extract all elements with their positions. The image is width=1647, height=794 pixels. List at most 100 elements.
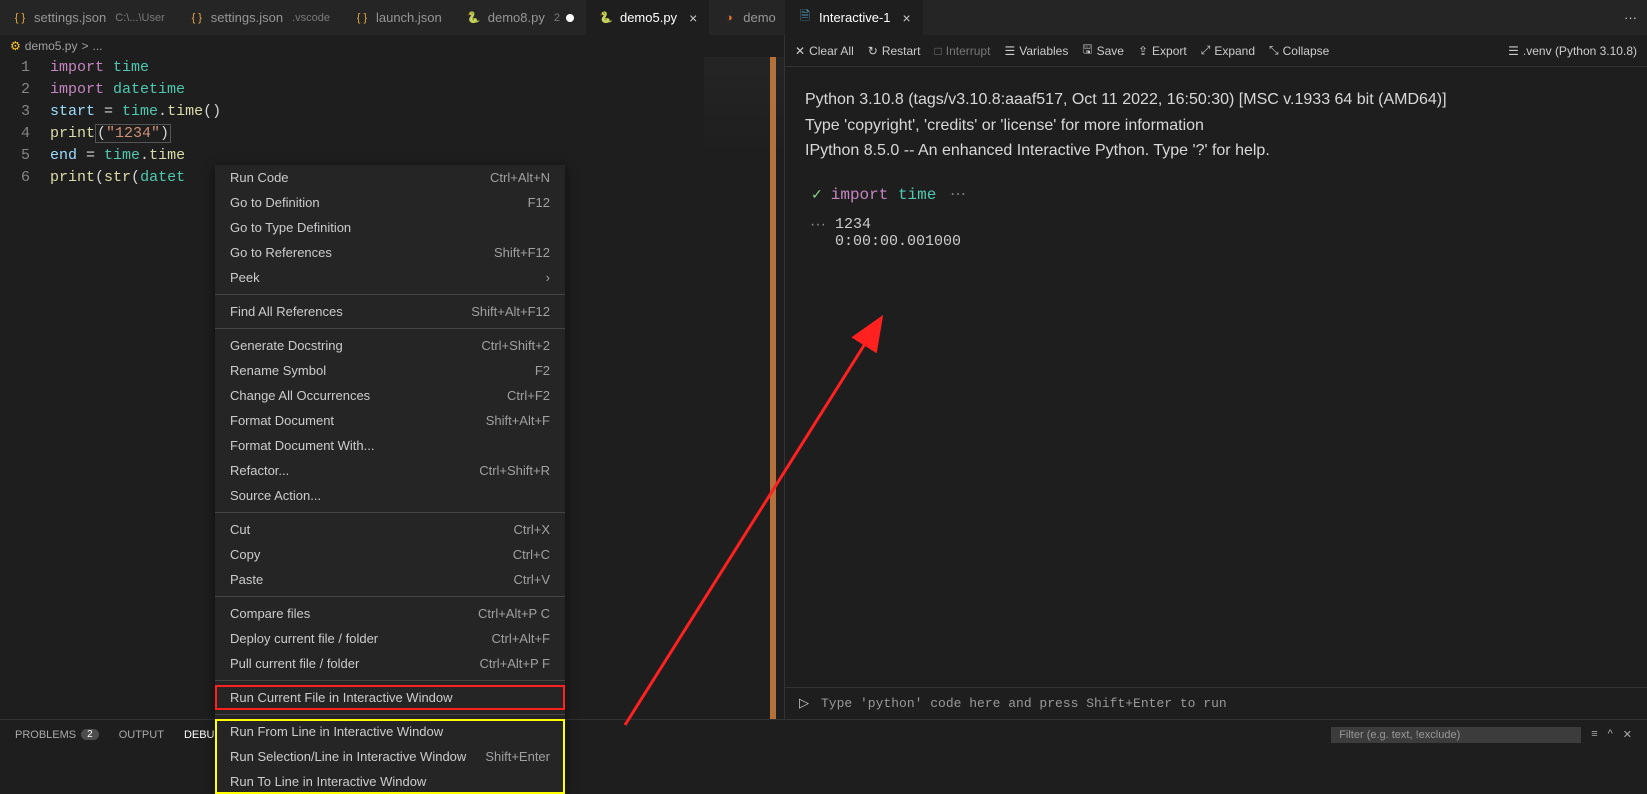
menu-item-label: Source Action... — [230, 488, 321, 503]
ellipsis-icon: ⋯ — [950, 186, 966, 204]
menu-item[interactable]: Go to Type Definition — [215, 215, 565, 240]
menu-item[interactable]: Run Current File in Interactive Window — [215, 685, 565, 710]
menu-item[interactable]: Rename Symbol F2 — [215, 358, 565, 383]
interactive-header: Python 3.10.8 (tags/v3.10.8:aaaf517, Oct… — [805, 87, 1627, 164]
menu-shortcut: Ctrl+Alt+P F — [479, 656, 550, 671]
menu-shortcut: F12 — [528, 195, 550, 210]
menu-item-label: Run Selection/Line in Interactive Window — [230, 749, 466, 764]
line-number: 5 — [0, 145, 50, 167]
save-icon: 🖫 — [1082, 40, 1092, 61]
code-line[interactable]: 2import datetime — [0, 79, 784, 101]
clear-all-button[interactable]: ✕ Clear All — [795, 44, 854, 58]
module: time — [898, 186, 936, 204]
play-icon[interactable]: ▷ — [799, 696, 809, 711]
braces-icon: { } — [12, 10, 28, 26]
python-version: Python 3.10.8 (tags/v3.10.8:aaaf517, Oct… — [805, 87, 1627, 113]
menu-item[interactable]: Go to Definition F12 — [215, 190, 565, 215]
context-menu: Run Code Ctrl+Alt+NGo to Definition F12G… — [215, 165, 565, 794]
interactive-tab-bar: 🗎 Interactive-1 × ··· — [785, 0, 1647, 35]
code-line[interactable]: 3start = time.time() — [0, 101, 784, 123]
cell-menu-icon[interactable]: ··· — [810, 216, 826, 234]
menu-item[interactable]: Run To Line in Interactive Window — [215, 769, 565, 794]
interactive-body: Python 3.10.8 (tags/v3.10.8:aaaf517, Oct… — [785, 67, 1647, 687]
input-cell[interactable]: ✓ import time ⋯ — [805, 184, 1627, 204]
collapse-button[interactable]: ⤡ Collapse — [1269, 43, 1329, 58]
code-line[interactable]: 1import time — [0, 57, 784, 79]
tab-sublabel: C:\...\User — [115, 12, 165, 24]
menu-item[interactable]: Run Selection/Line in Interactive Window… — [215, 744, 565, 769]
menu-item-label: Go to References — [230, 245, 332, 260]
close-icon[interactable]: × — [689, 10, 697, 26]
menu-shortcut: Ctrl+C — [513, 547, 550, 562]
interrupt-button[interactable]: □ Interrupt — [935, 44, 991, 58]
menu-item[interactable]: Source Action... — [215, 483, 565, 508]
export-button[interactable]: ⇪ Export — [1138, 44, 1187, 58]
menu-item[interactable]: Cut Ctrl+X — [215, 517, 565, 542]
filter-input[interactable]: Filter (e.g. text, !exclude) — [1331, 727, 1581, 743]
line-number: 3 — [0, 101, 50, 123]
line-number: 2 — [0, 79, 50, 101]
menu-item[interactable]: Find All References Shift+Alt+F12 — [215, 299, 565, 324]
editor-tab[interactable]: 🐍 demo8.py2 — [454, 0, 586, 35]
close-icon[interactable]: × — [903, 10, 911, 26]
menu-item[interactable]: Go to References Shift+F12 — [215, 240, 565, 265]
tab-label: demo5.py — [620, 10, 677, 25]
stop-icon: □ — [935, 44, 942, 58]
variables-icon: ☰ — [1004, 44, 1015, 58]
menu-item-label: Cut — [230, 522, 250, 537]
menu-shortcut: Shift+F12 — [494, 245, 550, 260]
more-icon[interactable]: ··· — [1624, 10, 1637, 25]
python-icon: ⚙ — [10, 39, 21, 53]
editor-tab[interactable]: { } settings.json.vscode — [177, 0, 342, 35]
modified-dot-icon — [566, 14, 574, 22]
variables-button[interactable]: ☰ Variables — [1004, 44, 1068, 58]
file-icon: 🗎 — [797, 10, 813, 26]
menu-item[interactable]: Copy Ctrl+C — [215, 542, 565, 567]
save-button[interactable]: 🖫 Save — [1082, 40, 1124, 61]
menu-item[interactable]: Run From Line in Interactive Window — [215, 719, 565, 744]
code-line[interactable]: 5end = time.time — [0, 145, 784, 167]
jupyter-icon: ◑ — [721, 10, 737, 26]
interactive-input[interactable]: Type 'python' code here and press Shift+… — [821, 696, 1633, 711]
menu-item[interactable]: Run Code Ctrl+Alt+N — [215, 165, 565, 190]
tab-label: settings.json — [34, 10, 106, 25]
menu-item[interactable]: Generate Docstring Ctrl+Shift+2 — [215, 333, 565, 358]
code-line[interactable]: 4print("1234") — [0, 123, 784, 145]
menu-item[interactable]: Deploy current file / folder Ctrl+Alt+F — [215, 626, 565, 651]
editor-tab[interactable]: { } settings.json C:\...\User — [0, 0, 177, 35]
menu-shortcut: Ctrl+Shift+R — [479, 463, 550, 478]
menu-item[interactable]: Format Document Shift+Alt+F — [215, 408, 565, 433]
editor-tab[interactable]: { } launch.json — [342, 0, 454, 35]
menu-item-label: Format Document With... — [230, 438, 374, 453]
menu-shortcut: Ctrl+X — [514, 522, 550, 537]
menu-item[interactable]: Peek › — [215, 265, 565, 290]
menu-item-label: Run Current File in Interactive Window — [230, 690, 453, 705]
interactive-input-bar: ▷ Type 'python' code here and press Shif… — [785, 687, 1647, 719]
breadcrumb-file: demo5.py — [25, 39, 78, 53]
menu-item[interactable]: Pull current file / folder Ctrl+Alt+P F — [215, 651, 565, 676]
expand-button[interactable]: ⤢ Expand — [1201, 43, 1255, 58]
editor-tab[interactable]: 🐍 demo5.py× — [586, 0, 709, 35]
filter-icon[interactable]: ≡ — [1591, 728, 1597, 741]
problems-badge: 2 — [81, 729, 99, 740]
menu-item[interactable]: Change All Occurrences Ctrl+F2 — [215, 383, 565, 408]
menu-item[interactable]: Refactor... Ctrl+Shift+R — [215, 458, 565, 483]
python-icon: 🐍 — [466, 10, 482, 26]
kernel-selector[interactable]: ☰ .venv (Python 3.10.8) — [1508, 44, 1637, 58]
breadcrumb[interactable]: ⚙ demo5.py > ... — [0, 35, 784, 57]
menu-item[interactable]: Paste Ctrl+V — [215, 567, 565, 592]
close-panel-icon[interactable]: ✕ — [1623, 728, 1632, 741]
output-tab[interactable]: OUTPUT — [119, 729, 164, 741]
menu-item[interactable]: Format Document With... — [215, 433, 565, 458]
maximize-icon[interactable]: ^ — [1608, 728, 1613, 741]
menu-item[interactable]: Compare files Ctrl+Alt+P C — [215, 601, 565, 626]
output-line: 0:00:00.001000 — [835, 233, 1627, 250]
overview-ruler — [770, 57, 776, 719]
interactive-pane: ✕ Clear All ↻ Restart □ Interrupt ☰ Vari… — [785, 35, 1647, 719]
problems-tab[interactable]: PROBLEMS 2 — [15, 729, 99, 741]
interactive-tab[interactable]: 🗎 Interactive-1 × — [785, 0, 923, 35]
editor-tab[interactable]: ◑ demo — [709, 0, 788, 35]
editor-tab-bar: { } settings.jsonC:\...\User{ } settings… — [0, 0, 785, 35]
restart-button[interactable]: ↻ Restart — [868, 44, 921, 58]
menu-item-label: Format Document — [230, 413, 334, 428]
